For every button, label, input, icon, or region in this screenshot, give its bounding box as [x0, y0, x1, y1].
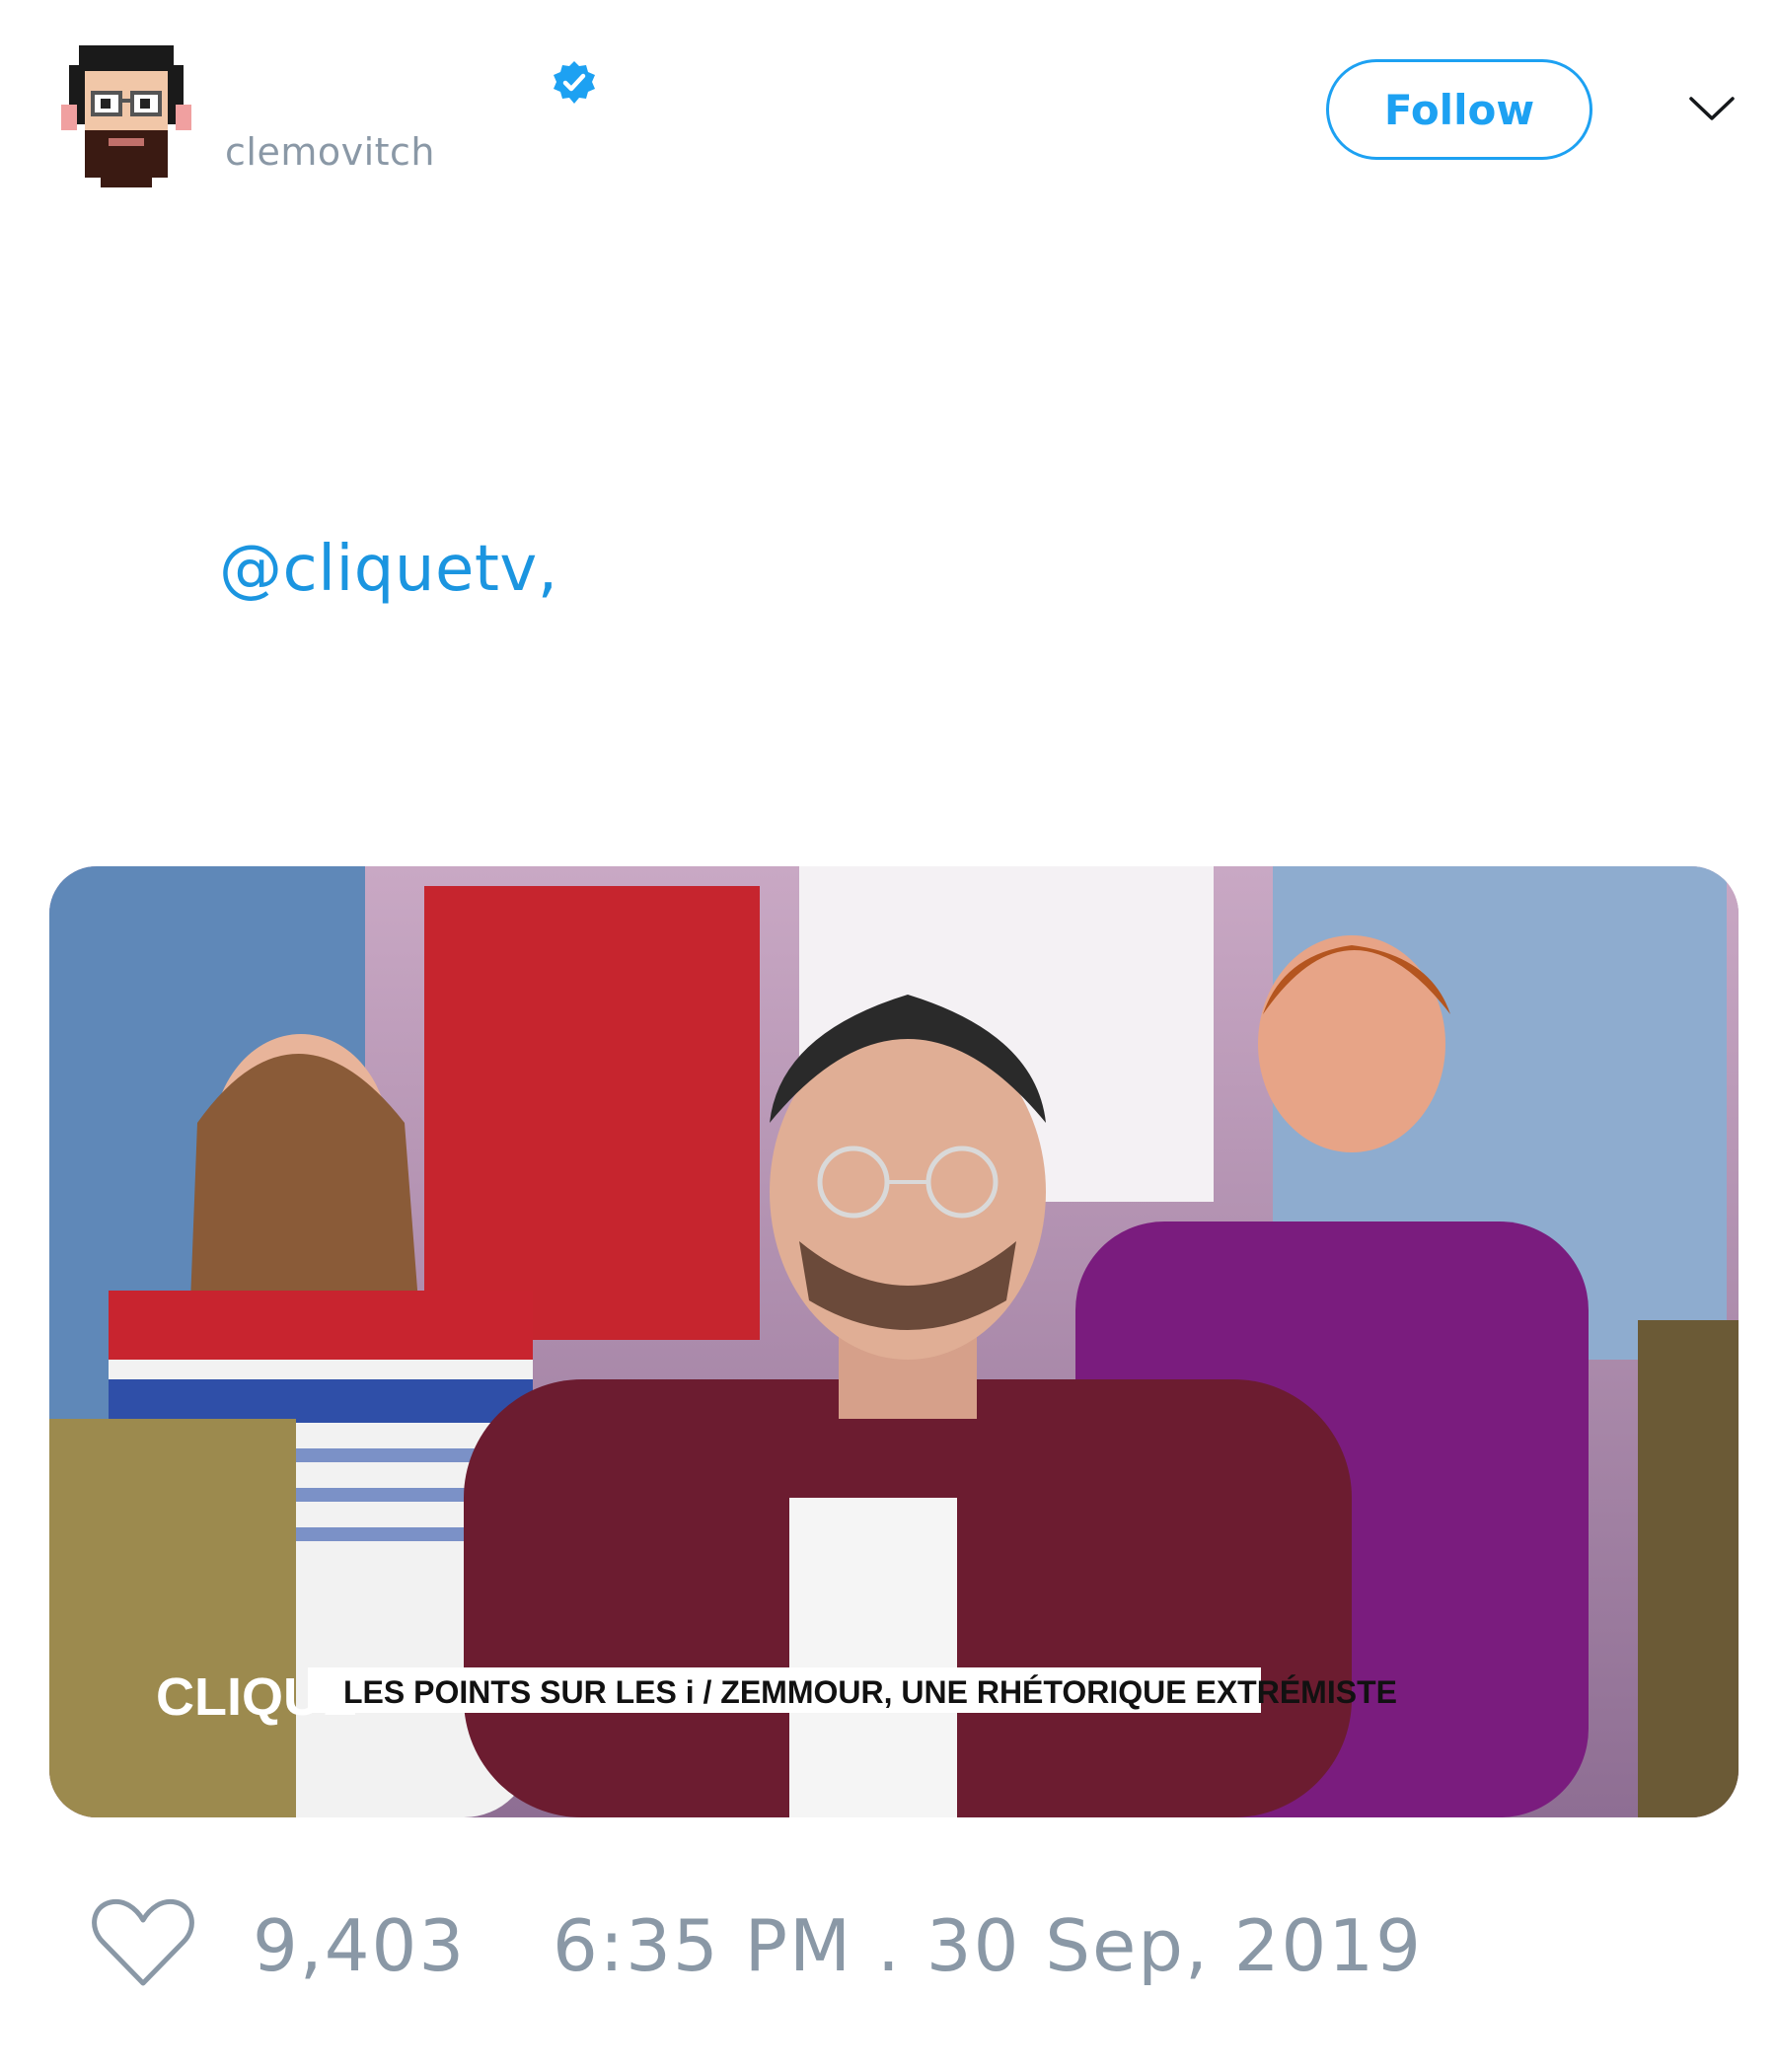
like-count: 9,403	[253, 1904, 467, 1987]
heart-icon[interactable]	[89, 1896, 197, 1991]
avatar[interactable]	[57, 36, 195, 193]
tweet-header: clemovitch Follow	[0, 0, 1776, 197]
tweet-media-image[interactable]: CLIQUE LES POINTS SUR LES i / ZEMMOUR, U…	[49, 866, 1739, 1817]
tweet-text-mention[interactable]: @cliquetv,	[219, 533, 558, 606]
display-name[interactable]	[225, 51, 600, 101]
lower-third-caption: LES POINTS SUR LES i / ZEMMOUR, UNE RHÉT…	[343, 1674, 1397, 1710]
chevron-down-icon[interactable]	[1687, 89, 1737, 128]
user-handle[interactable]: clemovitch	[225, 130, 435, 174]
verified-badge-icon	[551, 59, 598, 107]
tweet-timestamp[interactable]: 6:35 PM . 30 Sep, 2019	[553, 1904, 1423, 1987]
tweet-footer: 9,403 6:35 PM . 30 Sep, 2019	[0, 1875, 1776, 1993]
follow-button[interactable]: Follow	[1326, 59, 1592, 160]
